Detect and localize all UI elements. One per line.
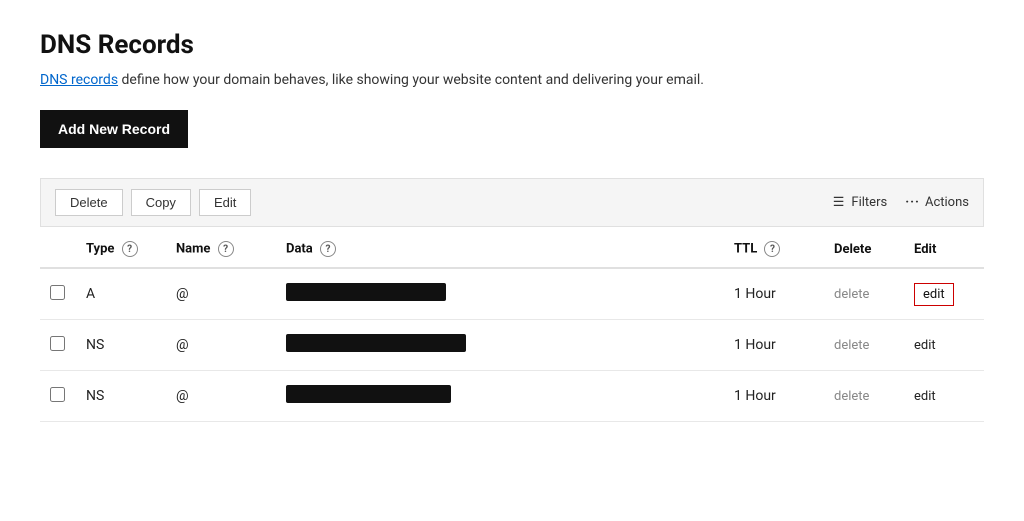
- ttl-help-icon[interactable]: ?: [764, 241, 780, 257]
- row-type: NS: [76, 371, 166, 422]
- delete-link[interactable]: delete: [834, 287, 869, 302]
- row-edit-cell: edit: [904, 371, 984, 422]
- delete-toolbar-button[interactable]: Delete: [55, 189, 123, 216]
- delete-link[interactable]: delete: [834, 338, 869, 353]
- header-data: Data ?: [276, 227, 724, 268]
- row-checkbox-cell: [40, 320, 76, 371]
- filter-icon: ☰: [833, 195, 845, 210]
- copy-toolbar-button[interactable]: Copy: [131, 189, 191, 216]
- row-name: @: [166, 268, 276, 320]
- row-data: [276, 320, 724, 371]
- row-ttl: 1 Hour: [724, 268, 824, 320]
- row-type: NS: [76, 320, 166, 371]
- header-ttl: TTL ?: [724, 227, 824, 268]
- page-description: DNS records define how your domain behav…: [40, 72, 984, 88]
- row-checkbox[interactable]: [50, 336, 65, 351]
- actions-button[interactable]: ··· Actions: [905, 195, 969, 210]
- row-name: @: [166, 320, 276, 371]
- page-title: DNS Records: [40, 30, 984, 60]
- edit-link[interactable]: edit: [914, 338, 936, 353]
- toolbar: Delete Copy Edit ☰ Filters ··· Actions: [40, 178, 984, 227]
- ellipsis-icon: ···: [905, 195, 920, 210]
- edit-toolbar-button[interactable]: Edit: [199, 189, 251, 216]
- row-delete-cell: delete: [824, 371, 904, 422]
- row-edit-cell: edit: [904, 320, 984, 371]
- data-help-icon[interactable]: ?: [320, 241, 336, 257]
- table-row: NS @ 1 Hour delete edit: [40, 320, 984, 371]
- header-checkbox: [40, 227, 76, 268]
- delete-link[interactable]: delete: [834, 389, 869, 404]
- row-delete-cell: delete: [824, 268, 904, 320]
- redacted-data: [286, 385, 451, 403]
- row-edit-cell: edit: [904, 268, 984, 320]
- table-row: NS @ 1 Hour delete edit: [40, 371, 984, 422]
- row-data: [276, 371, 724, 422]
- edit-link[interactable]: edit: [914, 283, 954, 306]
- name-help-icon[interactable]: ?: [218, 241, 234, 257]
- row-ttl: 1 Hour: [724, 371, 824, 422]
- row-checkbox[interactable]: [50, 387, 65, 402]
- row-checkbox[interactable]: [50, 285, 65, 300]
- table-header-row: Type ? Name ? Data ? TTL ? Delete Edit: [40, 227, 984, 268]
- row-delete-cell: delete: [824, 320, 904, 371]
- redacted-data: [286, 334, 466, 352]
- edit-link[interactable]: edit: [914, 389, 936, 404]
- row-type: A: [76, 268, 166, 320]
- header-type: Type ?: [76, 227, 166, 268]
- filters-button[interactable]: ☰ Filters: [833, 195, 887, 210]
- dns-records-link[interactable]: DNS records: [40, 72, 118, 88]
- row-checkbox-cell: [40, 268, 76, 320]
- dns-records-table: Type ? Name ? Data ? TTL ? Delete Edit A…: [40, 227, 984, 422]
- add-record-button[interactable]: Add New Record: [40, 110, 188, 148]
- header-edit: Edit: [904, 227, 984, 268]
- header-name: Name ?: [166, 227, 276, 268]
- header-delete: Delete: [824, 227, 904, 268]
- redacted-data: [286, 283, 446, 301]
- row-ttl: 1 Hour: [724, 320, 824, 371]
- table-row: A @ 1 Hour delete edit: [40, 268, 984, 320]
- row-checkbox-cell: [40, 371, 76, 422]
- type-help-icon[interactable]: ?: [122, 241, 138, 257]
- row-data: [276, 268, 724, 320]
- row-name: @: [166, 371, 276, 422]
- toolbar-right: ☰ Filters ··· Actions: [833, 195, 969, 210]
- toolbar-left: Delete Copy Edit: [55, 189, 251, 216]
